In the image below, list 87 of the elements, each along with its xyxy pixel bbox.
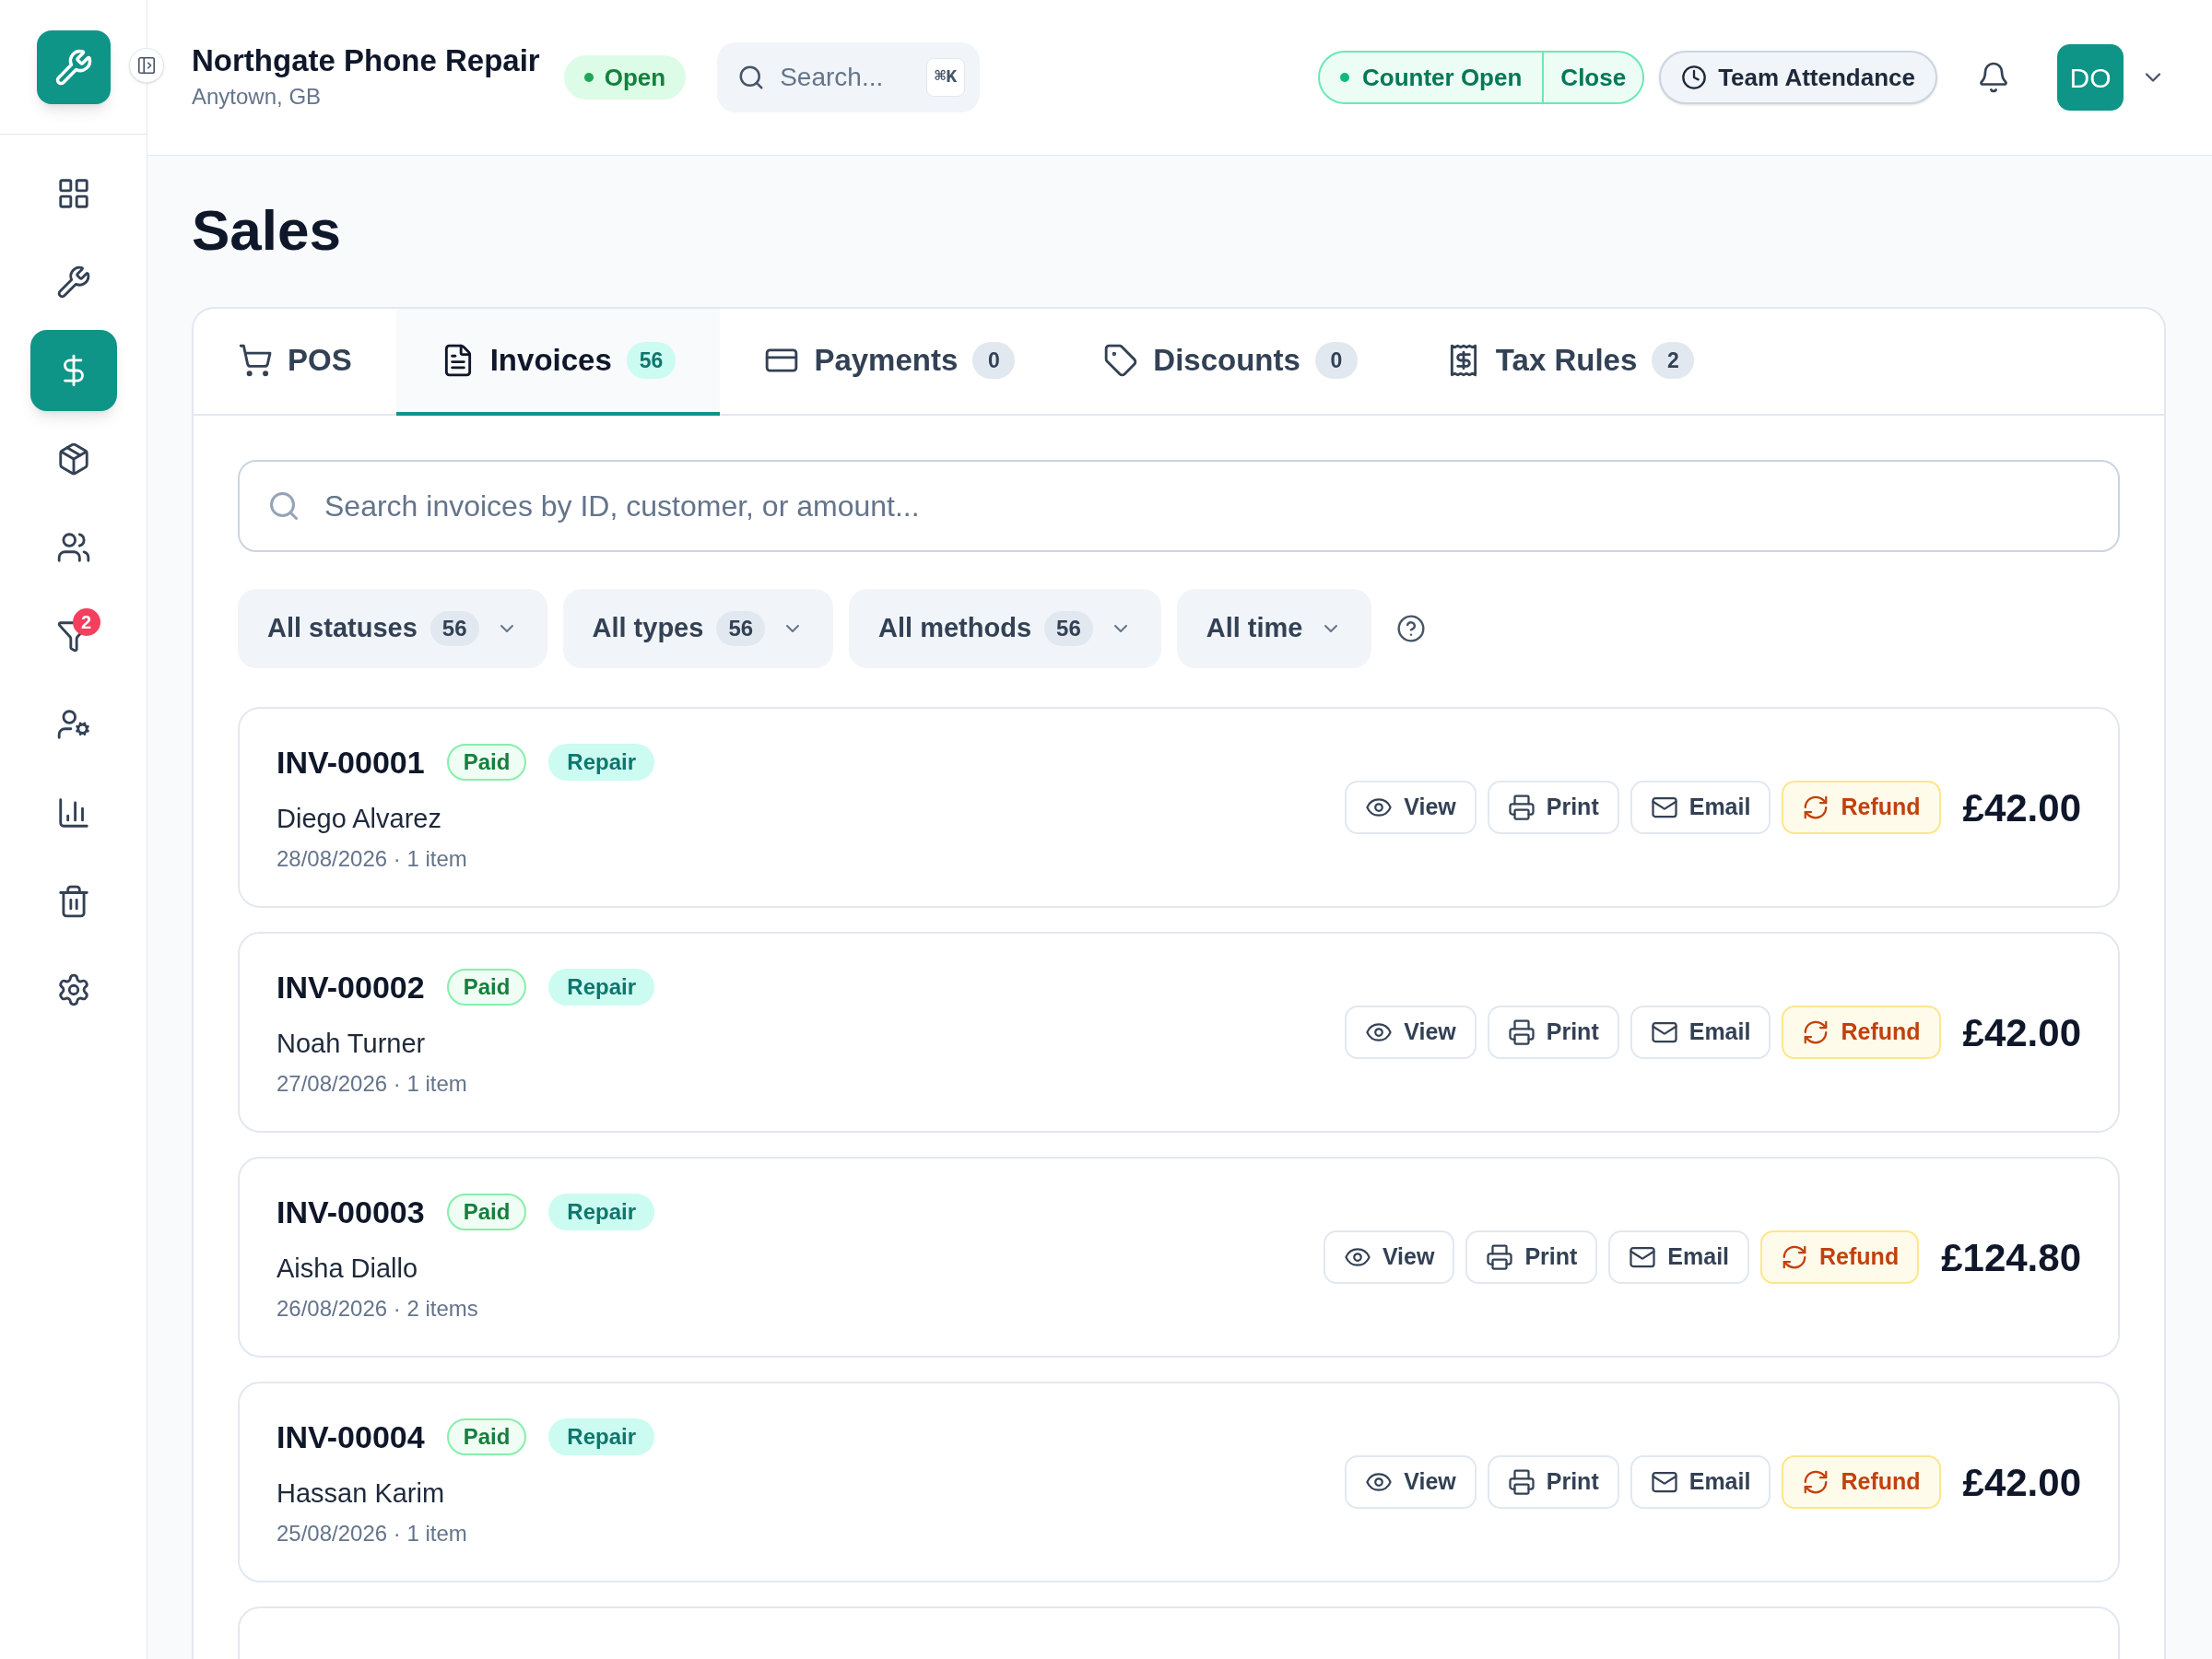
- print-button[interactable]: Print: [1465, 1230, 1598, 1284]
- invoice-card[interactable]: INV-00001 Paid Repair Diego Alvarez 28/08/2026 · 1 item View Print Email Refund £42.00: [238, 707, 2120, 908]
- invoice-amount: £42.00: [1962, 1459, 2081, 1506]
- view-button[interactable]: View: [1345, 781, 1477, 834]
- tab-count: 2: [1652, 342, 1695, 379]
- invoice-meta: 27/08/2026 · 1 item: [276, 1070, 468, 1099]
- counter-status: Counter Open: [1320, 53, 1543, 102]
- invoice-amount: £124.80: [1941, 1234, 2081, 1281]
- invoice-meta: 26/08/2026 · 2 items: [276, 1295, 479, 1324]
- logo-icon[interactable]: [36, 29, 111, 104]
- invoice-amount: £42.00: [1962, 1009, 2081, 1056]
- cart-icon: [238, 343, 273, 378]
- tab-count: 0: [972, 342, 1016, 379]
- printer-icon: [1507, 794, 1535, 821]
- help-icon[interactable]: [1395, 614, 1426, 643]
- type-badge: Repair: [548, 1194, 655, 1231]
- team-attendance-button[interactable]: Team Attendance: [1659, 51, 1937, 104]
- print-button[interactable]: Print: [1487, 1006, 1619, 1059]
- tab-count: 56: [626, 342, 677, 379]
- user-gear-icon: [55, 707, 91, 742]
- customer-name: Hassan Karim: [276, 1477, 446, 1510]
- invoice-card[interactable]: INV-00004 Paid Repair Hassan Karim 25/08/2026 · 1 item View Print Email Refund £42.00: [238, 1382, 2120, 1583]
- view-button[interactable]: View: [1323, 1230, 1455, 1284]
- tag-icon: [1103, 343, 1139, 378]
- status-badge: Paid: [446, 1418, 527, 1456]
- notification-badge: 2: [72, 608, 100, 636]
- email-button[interactable]: Email: [1630, 781, 1771, 834]
- type-badge: Repair: [548, 1418, 655, 1456]
- refund-button[interactable]: Refund: [1782, 781, 1941, 834]
- email-button[interactable]: Email: [1608, 1230, 1750, 1284]
- status-badge: Paid: [446, 744, 527, 782]
- print-button[interactable]: Print: [1487, 781, 1619, 834]
- bell-icon: [1977, 61, 2010, 94]
- customer-name: Noah Turner: [276, 1027, 427, 1060]
- invoice-card[interactable]: INV-00002 Paid Repair Noah Turner 27/08/2026 · 1 item View Print Email Refund £42.00: [238, 932, 2120, 1133]
- invoice-id: INV-00003: [276, 1193, 425, 1231]
- invoice-id: INV-00004: [276, 1418, 425, 1456]
- print-button[interactable]: Print: [1487, 1455, 1619, 1509]
- type-badge: Repair: [548, 969, 655, 1006]
- status-badge: Paid: [446, 1194, 527, 1231]
- filter-dropdown[interactable]: All methods 56: [849, 589, 1161, 668]
- filter-count: 56: [429, 611, 479, 646]
- filter-count: 56: [1044, 611, 1093, 646]
- printer-icon: [1507, 1468, 1535, 1496]
- view-button[interactable]: View: [1345, 1455, 1477, 1509]
- customer-name: Aisha Diallo: [276, 1252, 419, 1285]
- sidebar-item[interactable]: 2: [29, 595, 117, 677]
- wrench-icon: [55, 265, 91, 300]
- tab[interactable]: Payments 0: [720, 309, 1060, 416]
- refund-button[interactable]: Refund: [1782, 1006, 1941, 1059]
- invoice-amount: £42.00: [1962, 784, 2081, 831]
- view-button[interactable]: View: [1345, 1006, 1477, 1059]
- clock-icon: [1681, 65, 1708, 90]
- type-badge: Repair: [548, 744, 655, 782]
- customer-name: Diego Alvarez: [276, 802, 442, 835]
- invoice-meta: 28/08/2026 · 1 item: [276, 845, 468, 874]
- tab[interactable]: POS: [194, 309, 396, 416]
- refund-button[interactable]: Refund: [1782, 1455, 1941, 1509]
- tab-count: 0: [1314, 342, 1358, 379]
- filter-count: 56: [716, 611, 766, 646]
- invoice-search-field[interactable]: Search invoices by ID, customer, or amount...: [238, 460, 2120, 552]
- status-badge: Open: [563, 55, 687, 100]
- close-counter-button[interactable]: Close: [1542, 53, 1643, 102]
- refund-button[interactable]: Refund: [1760, 1230, 1920, 1284]
- printer-icon: [1507, 1018, 1535, 1046]
- business-location: Anytown, GB: [192, 82, 323, 111]
- filter-dropdown[interactable]: All time: [1176, 589, 1371, 668]
- page-title: Sales: [192, 202, 343, 259]
- filter-dropdown[interactable]: All statuses 56: [238, 589, 547, 668]
- status-badge: Paid: [446, 969, 527, 1006]
- tab[interactable]: Discounts 0: [1059, 309, 1402, 416]
- email-button[interactable]: Email: [1630, 1455, 1771, 1509]
- user-avatar[interactable]: DO: [2057, 44, 2124, 111]
- users-icon: [55, 530, 91, 565]
- invoice-id: INV-00002: [276, 968, 425, 1006]
- email-button[interactable]: Email: [1630, 1006, 1771, 1059]
- tab[interactable]: Invoices 56: [395, 309, 721, 416]
- printer-icon: [1486, 1243, 1514, 1271]
- shortcut-key: ⌘K: [926, 58, 966, 97]
- filter-dropdown[interactable]: All types 56: [562, 589, 834, 668]
- search-icon: [267, 489, 300, 523]
- invoice-id: INV-00001: [276, 743, 425, 782]
- invoice-meta: 25/08/2026 · 1 item: [276, 1520, 468, 1548]
- panel-icon: [136, 55, 157, 76]
- invoice-card[interactable]: INV-00003 Paid Repair Aisha Diallo 26/08/2026 · 2 items View Print Email Refund £124.80: [238, 1157, 2120, 1358]
- tab[interactable]: Tax Rules 2: [1401, 309, 1739, 416]
- business-name: Northgate Phone Repair: [192, 42, 540, 80]
